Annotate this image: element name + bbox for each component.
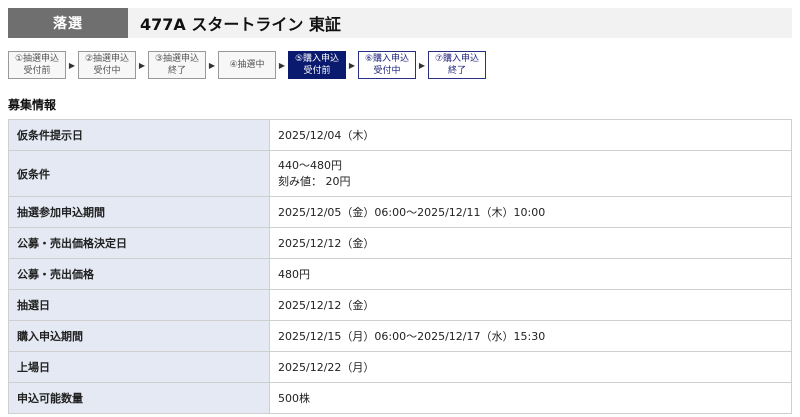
step-sublabel: 受付前	[303, 66, 331, 76]
step-label: ⑥購入申込	[364, 54, 410, 64]
arrow-icon: ▶	[68, 60, 76, 70]
progress-steps: ①抽選申込 受付前 ▶ ②抽選申込 受付中 ▶ ③抽選申込 終了 ▶ ④抽選中 …	[8, 51, 486, 79]
row-label: 仮条件提示日	[8, 119, 270, 151]
page-header: 落選 477A スタートライン 東証	[8, 8, 792, 38]
table-row: 抽選日 2025/12/12（金）	[8, 289, 792, 321]
step-sublabel: 受付前	[23, 66, 51, 76]
row-value: 2025/12/15（月）06:00～2025/12/17（水）15:30	[269, 320, 792, 352]
row-label: 上場日	[8, 351, 270, 383]
table-row: 購入申込期間 2025/12/15（月）06:00～2025/12/17（水）1…	[8, 320, 792, 352]
step-label: ⑤購入申込	[294, 54, 340, 64]
step-lottery-closed: ③抽選申込 終了	[148, 51, 206, 79]
arrow-icon: ▶	[348, 60, 356, 70]
arrow-icon: ▶	[208, 60, 216, 70]
row-value: 480円	[269, 258, 792, 290]
row-value: 2025/12/12（金）	[269, 227, 792, 259]
table-row: 公募・売出価格 480円	[8, 258, 792, 290]
page-title: 477A スタートライン 東証	[140, 15, 341, 34]
row-value: 500株	[269, 382, 792, 414]
step-sublabel: 受付中	[93, 66, 121, 76]
section-title: 募集情報	[8, 98, 57, 112]
offering-info-table: 仮条件提示日 2025/12/04（木） 仮条件 440～480円 刻み値： 2…	[8, 119, 792, 414]
row-value: 2025/12/05（金）06:00～2025/12/11（木）10:00	[269, 196, 792, 228]
status-badge: 落選	[8, 8, 128, 38]
arrow-icon: ▶	[418, 60, 426, 70]
row-label: 公募・売出価格決定日	[8, 227, 270, 259]
step-sublabel: 終了	[167, 66, 186, 76]
row-label: 抽選日	[8, 289, 270, 321]
table-row: 公募・売出価格決定日 2025/12/12（金）	[8, 227, 792, 259]
row-value: 2025/12/22（月）	[269, 351, 792, 383]
step-label: ①抽選申込	[14, 54, 60, 64]
step-sublabel: 受付中	[373, 66, 401, 76]
row-label: 仮条件	[8, 150, 270, 197]
table-row: 上場日 2025/12/22（月）	[8, 351, 792, 383]
step-purchase-before: ⑤購入申込 受付前	[288, 51, 346, 79]
table-row: 仮条件提示日 2025/12/04（木）	[8, 119, 792, 151]
step-lottery-before: ①抽選申込 受付前	[8, 51, 66, 79]
step-sublabel: 終了	[447, 66, 466, 76]
arrow-icon: ▶	[138, 60, 146, 70]
row-value: 2025/12/12（金）	[269, 289, 792, 321]
table-row: 抽選参加申込期間 2025/12/05（金）06:00～2025/12/11（木…	[8, 196, 792, 228]
step-label: ⑦購入申込	[434, 54, 480, 64]
row-value: 440～480円	[278, 158, 342, 172]
table-row: 仮条件 440～480円 刻み値： 20円	[8, 150, 792, 197]
row-label: 申込可能数量	[8, 382, 270, 414]
row-value-group: 440～480円 刻み値： 20円	[269, 150, 792, 197]
step-lottery-open: ②抽選申込 受付中	[78, 51, 136, 79]
step-label: ④抽選中	[229, 60, 265, 70]
step-drawing: ④抽選中	[218, 51, 276, 79]
arrow-icon: ▶	[278, 60, 286, 70]
step-label: ②抽選申込	[84, 54, 130, 64]
step-purchase-open: ⑥購入申込 受付中	[358, 51, 416, 79]
row-label: 公募・売出価格	[8, 258, 270, 290]
row-value-secondary: 刻み値： 20円	[278, 174, 351, 188]
row-value: 2025/12/04（木）	[269, 119, 792, 151]
step-purchase-closed: ⑦購入申込 終了	[428, 51, 486, 79]
row-label: 購入申込期間	[8, 320, 270, 352]
step-label: ③抽選申込	[154, 54, 200, 64]
row-label: 抽選参加申込期間	[8, 196, 270, 228]
table-row: 申込可能数量 500株	[8, 382, 792, 414]
